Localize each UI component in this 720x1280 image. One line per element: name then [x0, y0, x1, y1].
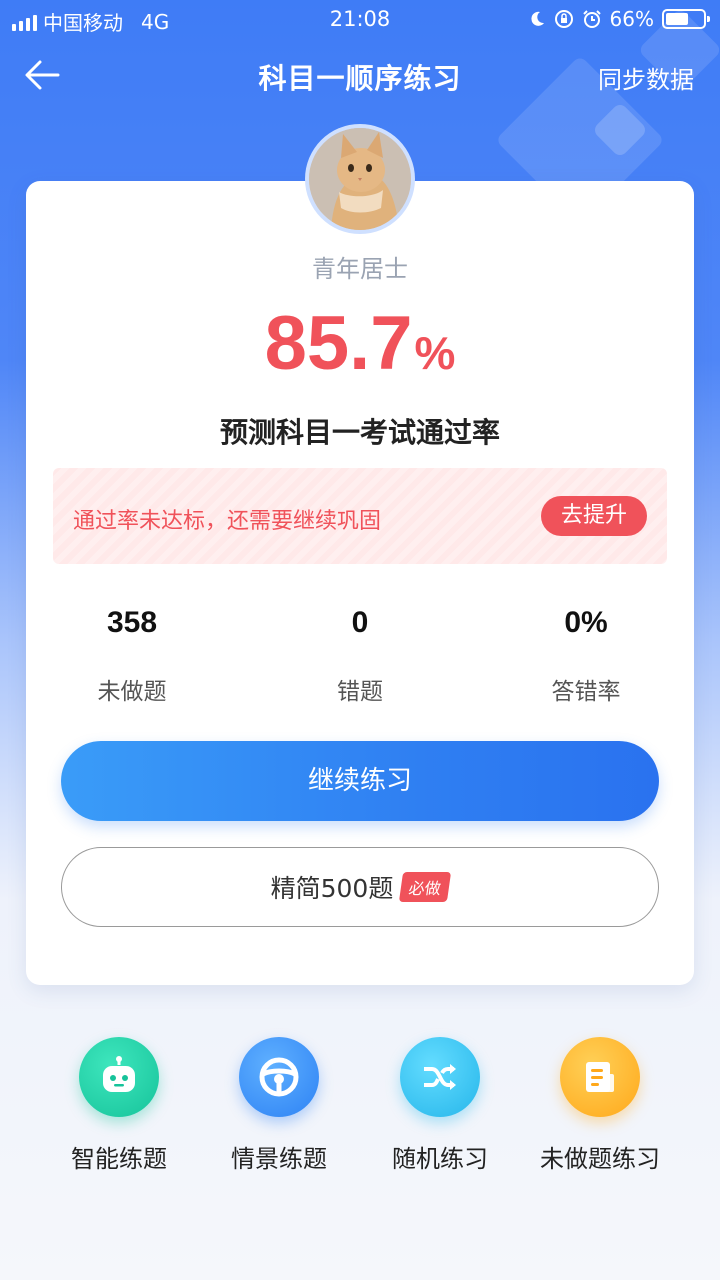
feature-random-practice[interactable]: 随机练习	[360, 1037, 520, 1174]
feature-unanswered-practice[interactable]: 未做题练习	[520, 1037, 680, 1174]
pass-rate: 85.7%	[0, 300, 720, 387]
essential-500-button[interactable]: 精简500题 必做	[61, 847, 659, 927]
alarm-icon	[582, 10, 601, 28]
essential-500-label: 精简500题	[270, 874, 394, 903]
status-bar: 中国移动 4G 21:08 66%	[0, 0, 720, 40]
feature-smart-practice[interactable]: 智能练题	[39, 1037, 199, 1174]
pass-rate-unit: %	[414, 327, 456, 379]
feature-label: 智能练题	[71, 1145, 167, 1173]
improve-button[interactable]: 去提升	[541, 496, 647, 536]
document-icon	[560, 1037, 640, 1117]
warning-text: 通过率未达标，还需要继续巩固	[73, 509, 382, 534]
steering-wheel-icon	[239, 1037, 319, 1117]
avatar[interactable]	[305, 124, 415, 234]
lock-rotation-icon	[554, 10, 573, 28]
battery-icon	[662, 9, 710, 29]
stat-error-rate: 0% 答错率	[486, 606, 686, 706]
stat-label: 未做题	[97, 679, 167, 705]
feature-label: 情景练题	[231, 1145, 327, 1173]
stat-value: 0	[351, 606, 369, 639]
nav-bar: 科目一顺序练习 同步数据	[0, 40, 720, 110]
pass-rate-value: 85.7	[264, 301, 413, 386]
stat-unanswered[interactable]: 358 未做题	[32, 606, 232, 706]
pass-rate-label: 预测科目一考试通过率	[219, 416, 500, 449]
warning-banner: 通过率未达标，还需要继续巩固 去提升	[53, 468, 667, 564]
stat-label: 答错率	[551, 679, 621, 705]
stat-label: 错题	[337, 679, 383, 705]
continue-practice-button[interactable]: 继续练习	[61, 741, 659, 821]
stat-wrong[interactable]: 0 错题	[260, 606, 460, 706]
stat-value: 0%	[564, 606, 608, 639]
robot-icon	[79, 1037, 159, 1117]
stat-value: 358	[106, 606, 158, 639]
shuffle-icon	[400, 1037, 480, 1117]
feature-scenario-practice[interactable]: 情景练题	[199, 1037, 359, 1174]
sync-data-button[interactable]: 同步数据	[598, 60, 694, 95]
feature-label: 随机练习	[392, 1145, 488, 1173]
battery-percent: 66%	[609, 7, 654, 31]
username: 青年居士	[312, 255, 408, 283]
cat-avatar-image	[309, 128, 411, 230]
moon-icon	[530, 11, 544, 26]
feature-label: 未做题练习	[540, 1145, 660, 1173]
must-do-badge: 必做	[399, 872, 452, 902]
